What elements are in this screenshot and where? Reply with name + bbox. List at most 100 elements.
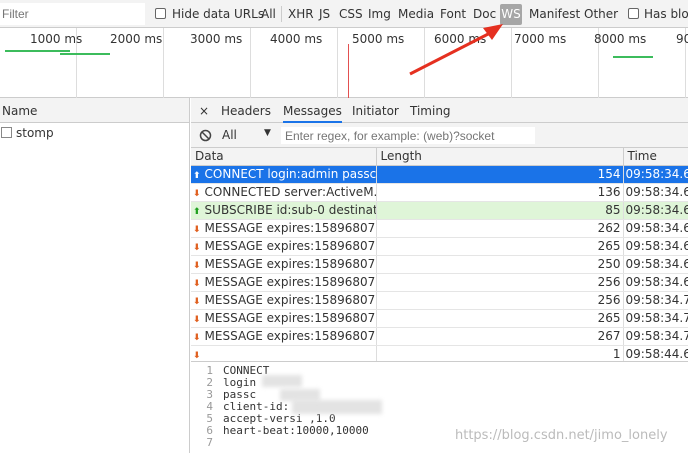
timeline-gridline xyxy=(250,28,251,98)
redacted-area xyxy=(262,375,302,387)
tab-messages[interactable]: Messages xyxy=(283,104,342,123)
message-time-cell: 09:58:34.698 xyxy=(623,273,688,292)
message-time-cell: 09:58:34.654 xyxy=(623,183,688,202)
arrow-down-icon: ⬇ xyxy=(193,351,201,361)
message-data-text: MESSAGE expires:158968077... xyxy=(204,293,376,307)
tab-initiator[interactable]: Initiator xyxy=(352,104,399,118)
type-filter-media[interactable]: Media xyxy=(398,7,434,21)
type-filter-img[interactable]: Img xyxy=(368,7,391,21)
timeline-tick-label: 4000 ms xyxy=(270,32,323,46)
message-time-cell: 09:58:34.685 xyxy=(623,219,688,238)
messages-table: Data Length Time ⬆ CONNECT login:admin pa… xyxy=(191,148,688,364)
redacted-area xyxy=(292,400,382,414)
message-data-cell: ⬇ MESSAGE expires:158968077... xyxy=(191,327,377,346)
message-regex-input[interactable] xyxy=(281,127,535,144)
message-type-select[interactable]: All xyxy=(222,128,237,142)
message-row[interactable]: ⬇ MESSAGE expires:158968077... 256 09:58:34… xyxy=(191,291,688,310)
message-data-text: CONNECT login:admin passc... xyxy=(204,167,376,181)
message-time-cell: 09:58:34.643 xyxy=(623,165,688,184)
type-filter-js[interactable]: JS xyxy=(319,7,330,21)
type-filter-font[interactable]: Font xyxy=(440,7,466,21)
message-data-cell: ⬇ MESSAGE expires:158968077... xyxy=(191,219,377,238)
tab-timing[interactable]: Timing xyxy=(410,104,451,118)
tab-headers[interactable]: Headers xyxy=(221,104,271,118)
filter-input[interactable] xyxy=(0,3,145,25)
type-filter-other[interactable]: Other xyxy=(584,7,618,21)
message-data-cell: ⬇ CONNECTED server:ActiveM... xyxy=(191,183,377,202)
message-data-text: MESSAGE expires:158968077... xyxy=(204,221,376,235)
message-row[interactable]: ⬆ SUBSCRIBE id:sub-0 destinati... 85 09:58:… xyxy=(191,201,688,220)
message-length-cell: 256 xyxy=(376,273,624,292)
message-row[interactable]: ⬇ MESSAGE expires:158968077... 262 09:58:34… xyxy=(191,219,688,238)
message-length-cell: 250 xyxy=(376,255,624,274)
message-time-cell: 09:58:34.690 xyxy=(623,237,688,256)
column-header-length[interactable]: Length xyxy=(376,148,624,166)
network-filter-bar: Hide data URLs All XHR JS CSS Img Media … xyxy=(0,0,688,28)
message-row[interactable]: ⬇ MESSAGE expires:158968077... 250 09:58:34… xyxy=(191,255,688,274)
arrow-up-icon: ⬆ xyxy=(193,171,201,181)
timeline-gridline xyxy=(337,28,338,98)
message-data-text: MESSAGE expires:158968077... xyxy=(204,257,376,271)
message-data-text: MESSAGE expires:158968077... xyxy=(204,329,376,343)
type-filter-ws[interactable]: WS xyxy=(500,4,522,25)
timeline-gridline xyxy=(511,28,512,98)
message-length-cell: 265 xyxy=(376,309,624,328)
close-detail-button[interactable]: × xyxy=(199,104,209,118)
type-filter-manifest[interactable]: Manifest xyxy=(529,7,580,21)
arrow-down-icon: ⬇ xyxy=(193,315,201,325)
message-length-cell: 136 xyxy=(376,183,624,202)
hide-data-urls-checkbox[interactable] xyxy=(155,8,166,19)
chevron-down-icon[interactable]: ▼ xyxy=(264,128,271,138)
message-data-text: MESSAGE expires:158968077... xyxy=(204,239,376,253)
block-icon[interactable] xyxy=(199,129,212,142)
message-length-cell: 262 xyxy=(376,219,624,238)
divider xyxy=(281,6,282,22)
timeline-tick-label: 8000 ms xyxy=(594,32,647,46)
timeline-tick-label: 90 xyxy=(676,32,688,46)
arrow-down-icon: ⬇ xyxy=(193,261,201,271)
message-row[interactable]: ⬆ CONNECT login:admin passc... 154 09:58:34… xyxy=(191,165,688,184)
type-filter-doc[interactable]: Doc xyxy=(473,7,496,21)
timeline-tick-label: 7000 ms xyxy=(514,32,567,46)
message-data-text: SUBSCRIBE id:sub-0 destinati... xyxy=(204,203,376,217)
message-length-cell: 267 xyxy=(376,327,624,346)
message-row[interactable]: ⬇ MESSAGE expires:158968077... 267 09:58:34… xyxy=(191,327,688,346)
arrow-down-icon: ⬇ xyxy=(193,243,201,253)
column-header-time[interactable]: Time xyxy=(623,148,688,166)
message-row[interactable]: ⬇ CONNECTED server:ActiveM... 136 09:58:34.… xyxy=(191,183,688,202)
message-time-cell: 09:58:34.748 xyxy=(623,327,688,346)
request-row-stomp[interactable]: stomp xyxy=(0,123,189,143)
timeline-gridline xyxy=(163,28,164,98)
timeline-tick-label: 5000 ms xyxy=(352,32,405,46)
load-event-marker xyxy=(348,44,349,98)
hide-data-urls-label: Hide data URLs xyxy=(172,7,265,21)
has-blocked-label: Has bloc xyxy=(644,7,688,21)
has-blocked-checkbox[interactable] xyxy=(628,8,639,19)
timeline-gridline xyxy=(424,28,425,98)
message-length-cell: 265 xyxy=(376,237,624,256)
message-data-cell: ⬇ MESSAGE expires:158968077... xyxy=(191,291,377,310)
timeline-overview[interactable]: 1000 ms 2000 ms 3000 ms 4000 ms 5000 ms … xyxy=(0,28,688,98)
message-row[interactable]: ⬇ MESSAGE expires:158968077... 265 09:58:34… xyxy=(191,309,688,328)
message-row[interactable]: ⬇ MESSAGE expires:158968077... 256 09:58:34… xyxy=(191,273,688,292)
detail-tabs: × Headers Messages Initiator Timing xyxy=(191,98,688,123)
column-header-data[interactable]: Data xyxy=(191,148,377,166)
arrow-down-icon: ⬇ xyxy=(193,279,201,289)
request-detail-pane: × Headers Messages Initiator Timing All … xyxy=(191,98,688,453)
arrow-down-icon: ⬇ xyxy=(193,333,201,343)
name-column-header[interactable]: Name xyxy=(0,98,189,123)
type-filter-all[interactable]: All xyxy=(261,7,276,21)
timeline-request-bar xyxy=(60,53,110,55)
requests-list: Name stomp xyxy=(0,98,190,453)
message-length-cell: 154 xyxy=(376,165,624,184)
request-name: stomp xyxy=(16,126,54,140)
message-time-cell: 09:58:34.742 xyxy=(623,309,688,328)
message-data-text: CONNECTED server:ActiveM... xyxy=(204,185,376,199)
arrow-down-icon: ⬇ xyxy=(193,225,201,235)
type-filter-xhr[interactable]: XHR xyxy=(288,7,314,21)
type-filter-css[interactable]: CSS xyxy=(339,7,363,21)
request-checkbox[interactable] xyxy=(1,127,12,138)
message-length-cell: 85 xyxy=(376,201,624,220)
timeline-request-bar xyxy=(5,50,70,52)
message-row[interactable]: ⬇ MESSAGE expires:158968077... 265 09:58:34… xyxy=(191,237,688,256)
